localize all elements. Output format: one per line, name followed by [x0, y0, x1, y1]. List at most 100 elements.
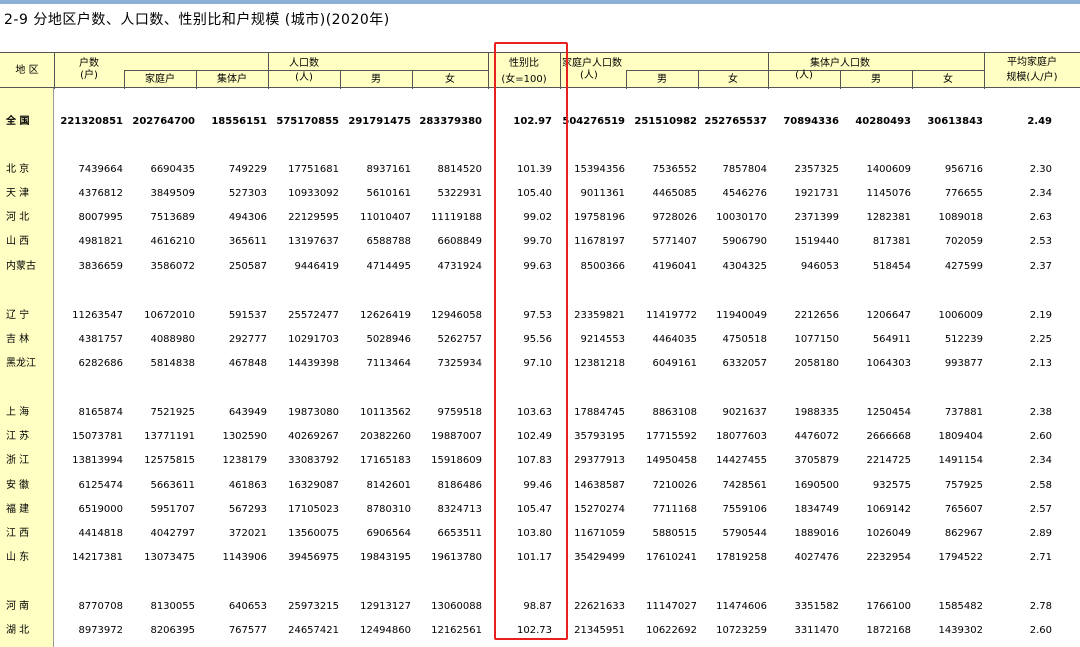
table-cell: 4750518 — [722, 334, 767, 345]
col-avg-household-size: 平均家庭户 — [1007, 57, 1057, 68]
table-cell: 932575 — [872, 480, 911, 491]
table-cell: 564911 — [872, 334, 911, 345]
table-cell: 4042797 — [150, 528, 195, 539]
table-cell: 7428561 — [722, 480, 767, 491]
table-cell: 6332057 — [722, 358, 767, 369]
table-cell: 4465085 — [652, 188, 697, 199]
table-cell: 1491154 — [938, 455, 983, 466]
table-cell: 291791475 — [348, 116, 411, 127]
table-cell: 19873080 — [288, 407, 339, 418]
region-name: 河 北 — [6, 212, 30, 223]
table-cell: 427599 — [944, 261, 983, 272]
table-cell: 24657421 — [288, 625, 339, 636]
table-cell: 1988335 — [794, 407, 839, 418]
table-cell: 1064303 — [866, 358, 911, 369]
table-cell: 12162561 — [431, 625, 482, 636]
table-cell: 11419772 — [646, 310, 697, 321]
table-cell: 1519440 — [794, 236, 839, 247]
table-cell: 11474606 — [716, 601, 767, 612]
table-cell: 4414818 — [78, 528, 123, 539]
table-cell: 7513689 — [150, 212, 195, 223]
table-cell: 4476072 — [794, 431, 839, 442]
col-collective-households: 集体户 — [217, 74, 247, 85]
col-collective-male: 男 — [871, 74, 881, 85]
table-cell: 946053 — [800, 261, 839, 272]
table-cell: 6282686 — [78, 358, 123, 369]
table-cell: 591537 — [228, 310, 267, 321]
table-cell: 765607 — [944, 504, 983, 515]
table-cell: 467848 — [228, 358, 267, 369]
region-name: 江 西 — [6, 528, 30, 539]
table-cell: 13813994 — [72, 455, 123, 466]
table-cell: 8814520 — [437, 164, 482, 175]
table-cell: 2.38 — [1029, 407, 1052, 418]
table-cell: 527303 — [228, 188, 267, 199]
table-cell: 817381 — [872, 236, 911, 247]
table-cell: 7439664 — [78, 164, 123, 175]
region-name: 山 东 — [6, 552, 30, 563]
col-family-population-unit: (人) — [580, 70, 598, 81]
table-cell: 14439398 — [288, 358, 339, 369]
table-cell: 12494860 — [360, 625, 411, 636]
table-cell: 9021637 — [722, 407, 767, 418]
region-name: 辽 宁 — [6, 310, 30, 321]
table-cell: 4546276 — [722, 188, 767, 199]
table-cell: 252765537 — [704, 116, 767, 127]
table-cell: 1921731 — [794, 188, 839, 199]
table-cell: 39456975 — [288, 552, 339, 563]
table-cell: 6519000 — [78, 504, 123, 515]
table-cell: 9214553 — [580, 334, 625, 345]
table-cell: 29377913 — [574, 455, 625, 466]
table-cell: 1238179 — [222, 455, 267, 466]
table-cell: 1143906 — [222, 552, 267, 563]
table-cell: 9011361 — [580, 188, 625, 199]
table-cell: 25572477 — [288, 310, 339, 321]
col-collective-population: 集体户人口数 — [810, 58, 870, 69]
table-cell: 70894336 — [783, 116, 839, 127]
table-cell: 40269267 — [288, 431, 339, 442]
table-cell: 1834749 — [794, 504, 839, 515]
table-cell: 15073781 — [72, 431, 123, 442]
table-cell: 2.60 — [1029, 625, 1052, 636]
table-cell: 15918609 — [431, 455, 482, 466]
table-cell: 23359821 — [574, 310, 625, 321]
header-divider — [124, 70, 488, 71]
table-cell: 33083792 — [288, 455, 339, 466]
col-family-female: 女 — [728, 74, 738, 85]
table-cell: 8324713 — [437, 504, 482, 515]
table-cell: 5610161 — [366, 188, 411, 199]
table-cell: 7521925 — [150, 407, 195, 418]
col-households: 户数 — [79, 58, 99, 69]
table-cell: 4731924 — [437, 261, 482, 272]
col-family-population: 家庭户人口数 — [562, 58, 622, 69]
table-cell: 2214725 — [866, 455, 911, 466]
table-cell: 494306 — [228, 212, 267, 223]
table-cell: 767577 — [228, 625, 267, 636]
table-cell: 11671059 — [574, 528, 625, 539]
table-cell: 12946058 — [431, 310, 482, 321]
table-cell: 4088980 — [150, 334, 195, 345]
table-cell: 4616210 — [150, 236, 195, 247]
table-cell: 8780310 — [366, 504, 411, 515]
table-cell: 14638587 — [574, 480, 625, 491]
table-cell: 7559106 — [722, 504, 767, 515]
table-cell: 702059 — [944, 236, 983, 247]
table-cell: 2058180 — [794, 358, 839, 369]
table-cell: 4027476 — [794, 552, 839, 563]
region-name: 湖 北 — [6, 625, 30, 636]
table-cell: 40280493 — [855, 116, 911, 127]
table-cell: 11263547 — [72, 310, 123, 321]
table-cell: 749229 — [228, 164, 267, 175]
table-cell: 6653511 — [437, 528, 482, 539]
col-population: 人口数 — [289, 58, 319, 69]
table-cell: 4714495 — [366, 261, 411, 272]
table-cell: 12381218 — [574, 358, 625, 369]
table-cell: 567293 — [228, 504, 267, 515]
table-cell: 2.37 — [1029, 261, 1052, 272]
col-collective-population-unit: (人) — [795, 70, 813, 81]
table-cell: 7711168 — [652, 504, 697, 515]
table-cell: 8206395 — [150, 625, 195, 636]
table-cell: 283379380 — [419, 116, 482, 127]
region-name: 天 津 — [6, 188, 30, 199]
table-cell: 17610241 — [646, 552, 697, 563]
